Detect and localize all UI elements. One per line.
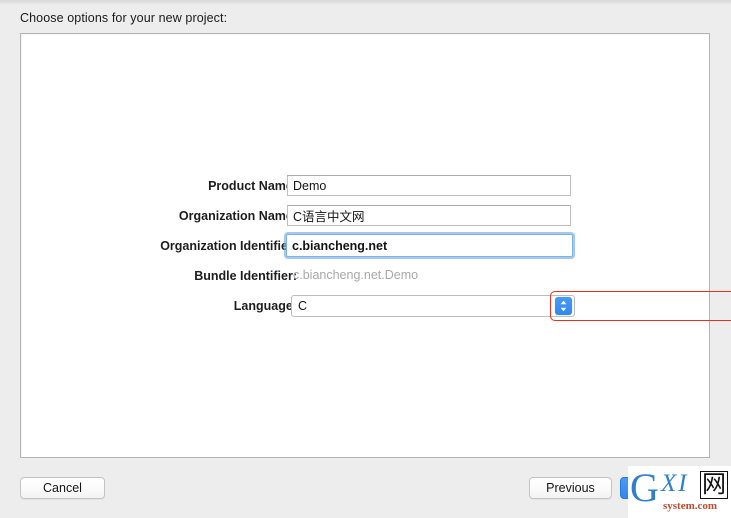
field-wrap-organization-identifier [286,234,574,258]
cancel-button[interactable]: Cancel [20,477,105,499]
language-annotation-highlight [550,291,731,321]
organization-name-input[interactable] [287,205,571,226]
form-row-organization-identifier: Organization Identifier: [21,234,711,265]
form-row-organization-name: Organization Name: [21,205,711,235]
window-top-edge [0,0,731,5]
watermark-overlay: G XI 网 system.com [628,466,731,518]
organization-identifier-input[interactable] [286,234,573,257]
form-row-language: Language: C [21,291,731,325]
label-organization-name: Organization Name: [178,209,297,223]
watermark-letters-xi: XI [661,470,689,497]
label-bundle-identifier: Bundle Identifier: [194,269,297,283]
project-options-form: Product Name: Organization Name: Organiz… [21,175,731,325]
field-wrap-bundle-identifier: c.biancheng.net.Demo [287,265,418,286]
previous-button[interactable]: Previous [529,477,612,499]
label-product-name: Product Name: [208,179,297,193]
language-selected-value: C [298,299,308,313]
watermark-subtitle: system.com [663,500,718,512]
form-row-bundle-identifier: Bundle Identifier: c.biancheng.net.Demo [21,265,711,295]
language-popup-button[interactable]: C [291,295,575,317]
options-panel: Product Name: Organization Name: Organiz… [20,33,731,458]
page-title: Choose options for your new project: [20,11,228,25]
product-name-input[interactable] [287,175,571,196]
watermark-letter-g: G [630,466,659,510]
bundle-identifier-value: c.biancheng.net.Demo [293,268,419,282]
field-wrap-product-name [287,175,571,196]
chevron-up-down-icon[interactable] [555,297,572,315]
label-organization-identifier: Organization Identifier: [160,239,297,253]
field-wrap-organization-name [287,205,571,226]
form-row-product-name: Product Name: [21,175,711,205]
watermark-char-cn: 网 [700,471,728,499]
field-wrap-language: C [287,291,731,321]
